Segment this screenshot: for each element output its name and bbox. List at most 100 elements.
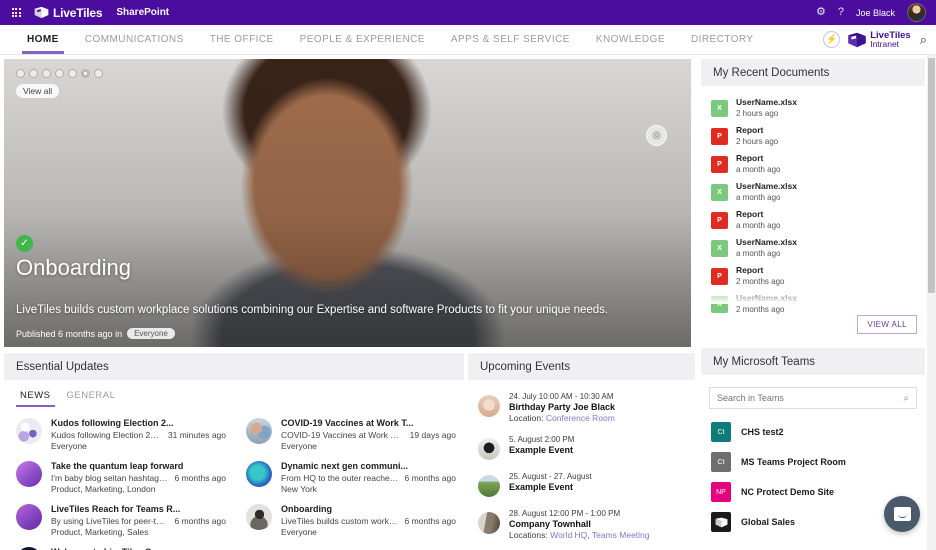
livetiles-mark-icon — [34, 6, 49, 19]
team-name: Global Sales — [741, 517, 796, 527]
event-text: 5. August 2:00 PM Example Event — [509, 435, 574, 460]
recent-documents-list: X UserName.xlsx 2 hours ago P Report 2 h… — [701, 86, 925, 318]
tab-news[interactable]: NEWS — [16, 390, 54, 407]
hero-dot[interactable] — [68, 69, 77, 78]
document-row[interactable]: P Report a month ago — [711, 206, 915, 234]
news-item[interactable]: Onboarding LiveTiles builds custom workp… — [234, 499, 464, 542]
event-date: 24. July 10:00 AM - 10:30 AM — [509, 392, 614, 401]
document-row[interactable]: X UserName.xlsx a month ago — [711, 178, 915, 206]
search-input[interactable] — [717, 393, 904, 403]
nav-item-people-experience[interactable]: PEOPLE & EXPERIENCE — [287, 25, 438, 54]
news-thumbnail — [246, 418, 272, 444]
hero-dot[interactable] — [55, 69, 64, 78]
document-time: 2 hours ago — [736, 109, 779, 118]
search-icon[interactable]: ⌕ — [918, 32, 927, 48]
team-item[interactable]: Ct CHS test2 — [701, 417, 925, 447]
news-column-right: COVID-19 Vaccines at Work T... COVID-19 … — [234, 413, 464, 550]
news-item[interactable]: Dynamic next gen communi... From HQ to t… — [234, 456, 464, 499]
tab-general[interactable]: GENERAL — [67, 390, 116, 407]
user-name[interactable]: Joe Black — [856, 8, 895, 18]
news-time: 6 months ago — [404, 516, 456, 526]
essential-updates-tabs: NEWS GENERAL — [4, 380, 464, 407]
help-icon[interactable]: ? — [838, 7, 844, 18]
event-text: 25. August - 27. August Example Event — [509, 472, 592, 497]
news-item[interactable]: Kudos following Election 2... Kudos foll… — [4, 413, 234, 456]
list-fade-overlay — [701, 286, 925, 304]
event-location-link[interactable]: World HQ — [550, 530, 587, 540]
event-text: 24. July 10:00 AM - 10:30 AM Birthday Pa… — [509, 392, 615, 423]
team-item[interactable]: Ct MS Teams Project Room — [701, 447, 925, 477]
main-navigation: HOME COMMUNICATIONS THE OFFICE PEOPLE & … — [0, 25, 936, 55]
document-row[interactable]: P Report a month ago — [711, 150, 915, 178]
chat-bubble-button[interactable] — [884, 496, 920, 532]
event-item[interactable]: 28. August 12:00 PM - 1:00 PM Company To… — [468, 503, 695, 546]
event-location: Locations: World HQ, Teams Meeting — [509, 530, 650, 540]
event-item[interactable]: 24. July 10:00 AM - 10:30 AM Birthday Pa… — [468, 386, 695, 429]
livetiles-intranet-logo[interactable]: LiveTiles Intranet — [847, 30, 911, 49]
news-text: Kudos following Election 2... Kudos foll… — [51, 418, 226, 451]
recent-documents-footer: VIEW ALL — [857, 314, 917, 334]
page-scrollbar[interactable] — [927, 55, 936, 550]
team-avatar — [711, 512, 731, 532]
teams-search-box[interactable]: ⌕ — [709, 387, 917, 409]
hero-dot[interactable] — [16, 69, 25, 78]
news-item[interactable]: LiveTiles Reach for Teams R... By using … — [4, 499, 234, 542]
event-location-link[interactable]: Conference Room — [546, 413, 615, 423]
news-tags: New York — [281, 484, 317, 494]
team-avatar: Ct — [711, 422, 731, 442]
news-item[interactable]: Take the quantum leap forward I'm baby b… — [4, 456, 234, 499]
flash-icon[interactable]: ⚡ — [823, 31, 841, 48]
nav-item-the-office[interactable]: THE OFFICE — [197, 25, 287, 54]
hero-dot[interactable] — [42, 69, 51, 78]
app-launcher-icon[interactable] — [6, 8, 26, 17]
nav-item-knowledge[interactable]: KNOWLEDGE — [583, 25, 678, 54]
hero-dot-active[interactable] — [81, 69, 90, 78]
news-title: LiveTiles Reach for Teams R... — [51, 504, 181, 514]
news-snippet: Kudos following Election 2020 — [51, 430, 162, 440]
document-row[interactable]: P Report 2 hours ago — [711, 122, 915, 150]
pdf-file-icon: P — [711, 211, 728, 229]
hero-banner[interactable]: View all ◎ ✓ Onboarding LiveTiles builds… — [4, 59, 691, 347]
news-text: COVID-19 Vaccines at Work T... COVID-19 … — [281, 418, 456, 451]
nav-item-apps-self-service[interactable]: APPS & SELF SERVICE — [438, 25, 583, 54]
team-avatar: Ct — [711, 452, 731, 472]
hero-dot[interactable] — [94, 69, 103, 78]
pdf-file-icon: P — [711, 155, 728, 173]
hero-audience-chip[interactable]: Everyone — [127, 328, 175, 339]
event-location-link[interactable]: Teams Meeting — [592, 530, 650, 540]
recent-documents-header: My Recent Documents — [701, 59, 925, 86]
hero-title: Onboarding — [16, 255, 131, 280]
suite-app-name[interactable]: SharePoint — [116, 7, 169, 18]
nav-item-communications[interactable]: COMMUNICATIONS — [72, 25, 197, 54]
event-thumbnail — [478, 475, 500, 497]
livetiles-logo[interactable]: LiveTiles — [34, 6, 103, 20]
lower-section: Essential Updates NEWS GENERAL Kudos fol… — [0, 353, 695, 550]
event-title: Example Event — [509, 445, 574, 455]
search-icon[interactable]: ⌕ — [903, 393, 909, 404]
team-name: NC Protect Demo Site — [741, 487, 835, 497]
news-tags: Everyone — [281, 441, 317, 451]
pdf-file-icon: P — [711, 127, 728, 145]
scrollbar-thumb[interactable] — [928, 58, 935, 293]
event-item[interactable]: 25. August - 27. August Example Event — [468, 466, 695, 503]
event-item[interactable]: 5. August 2:00 PM Example Event — [468, 429, 695, 466]
hero-content: ✓ Onboarding LiveTiles builds custom wor… — [16, 235, 679, 339]
hero-dot[interactable] — [29, 69, 38, 78]
hero-favorite-icon[interactable]: ◎ — [646, 125, 667, 146]
my-teams-header: My Microsoft Teams — [701, 348, 925, 375]
document-row[interactable]: X UserName.xlsx a month ago — [711, 234, 915, 262]
nav-item-home[interactable]: HOME — [14, 25, 72, 54]
news-text: LiveTiles Reach for Teams R... By using … — [51, 504, 226, 537]
news-item[interactable]: Welcome to LiveTiles One LiveTiles creat… — [4, 542, 234, 550]
envelope-icon — [715, 517, 727, 527]
nav-item-directory[interactable]: DIRECTORY — [678, 25, 767, 54]
document-row[interactable]: X UserName.xlsx 2 hours ago — [711, 94, 915, 122]
view-all-button[interactable]: VIEW ALL — [857, 315, 917, 334]
excel-file-icon: X — [711, 99, 728, 117]
hero-view-all-button[interactable]: View all — [16, 84, 60, 98]
avatar[interactable] — [907, 3, 926, 22]
document-name: Report — [736, 153, 764, 163]
gear-icon[interactable]: ⚙ — [816, 7, 826, 18]
news-item[interactable]: COVID-19 Vaccines at Work T... COVID-19 … — [234, 413, 464, 456]
event-item[interactable]: 9. September 12:15 PM - 12:35 PM Breakti… — [468, 546, 695, 550]
